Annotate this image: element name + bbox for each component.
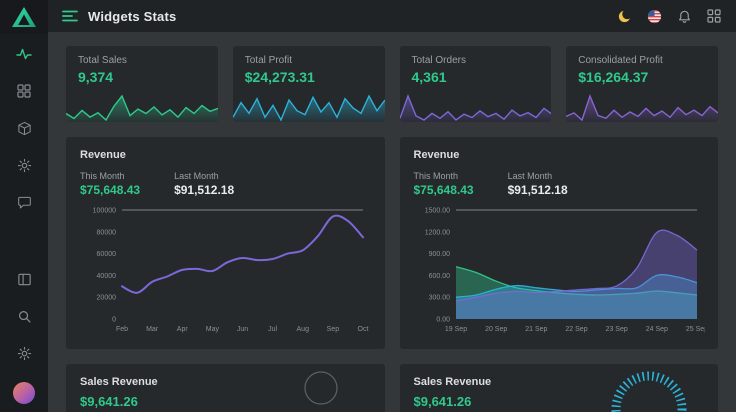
- stat-label: Consolidated Profit: [578, 55, 706, 66]
- total-orders-card[interactable]: Total Orders 4,361: [400, 46, 552, 122]
- sales-revenue-gauge-chart: [608, 368, 690, 412]
- stat-label: Total Profit: [245, 55, 373, 66]
- svg-text:300.00: 300.00: [428, 295, 450, 302]
- settings-icon[interactable]: [16, 345, 32, 361]
- page-title: Widgets Stats: [88, 9, 176, 24]
- svg-text:25 Sep: 25 Sep: [685, 326, 704, 333]
- last-month-value: $91,512.18: [174, 183, 234, 197]
- revenue-legend: This Month $75,648.43 Last Month $91,512…: [80, 171, 371, 197]
- user-avatar[interactable]: [13, 382, 35, 404]
- consolidated-profit-card[interactable]: Consolidated Profit $16,264.37: [566, 46, 718, 122]
- svg-text:May: May: [206, 326, 220, 333]
- revenue-monthly-card: Revenue This Month $75,648.43 Last Month…: [66, 137, 385, 349]
- revenue-monthly-line-chart: 100000 80000 60000 40000 20000 0Feb Mar Apr May J…: [80, 203, 371, 335]
- us-flag-icon[interactable]: [646, 8, 662, 24]
- total-orders-sparkline: [400, 92, 552, 122]
- stat-cards-row: Total Sales 9,374 Total Profit $24,273.3…: [66, 46, 718, 122]
- last-month-value: $91,512.18: [508, 183, 568, 197]
- svg-text:100000: 100000: [93, 208, 116, 215]
- stat-value: 9,374: [78, 69, 206, 85]
- search-icon[interactable]: [16, 308, 32, 324]
- svg-text:0.00: 0.00: [436, 317, 450, 324]
- this-month-label: This Month: [80, 171, 140, 181]
- sidebar-nav-bottom: [13, 271, 35, 404]
- svg-text:1500.00: 1500.00: [424, 208, 449, 215]
- total-sales-sparkline: [66, 92, 218, 122]
- bottom-cards-row: Sales Revenue $9,641.26 Sales Revenue $9…: [66, 364, 718, 412]
- svg-text:40000: 40000: [97, 273, 117, 280]
- last-month-label: Last Month: [174, 171, 234, 181]
- stat-value: $16,264.37: [578, 69, 706, 85]
- svg-text:Sep: Sep: [327, 326, 340, 333]
- svg-text:0: 0: [112, 317, 116, 324]
- card-title: Revenue: [80, 149, 371, 161]
- svg-text:24 Sep: 24 Sep: [645, 326, 667, 333]
- bell-icon[interactable]: [676, 8, 692, 24]
- svg-text:22 Sep: 22 Sep: [565, 326, 587, 333]
- moon-icon[interactable]: [616, 8, 632, 24]
- grid-icon[interactable]: [16, 83, 32, 99]
- total-profit-sparkline: [233, 92, 385, 122]
- last-month-label: Last Month: [508, 171, 568, 181]
- stat-value: $24,273.31: [245, 69, 373, 85]
- apps-grid-icon[interactable]: [706, 8, 722, 24]
- total-profit-card[interactable]: Total Profit $24,273.31: [233, 46, 385, 122]
- top-header: Widgets Stats: [48, 0, 736, 32]
- sidebar: [0, 0, 48, 412]
- svg-text:80000: 80000: [97, 229, 117, 236]
- svg-text:19 Sep: 19 Sep: [444, 326, 466, 333]
- layout-icon[interactable]: [16, 271, 32, 287]
- revenue-daily-card: Revenue This Month $75,648.43 Last Month…: [400, 137, 719, 349]
- svg-text:Oct: Oct: [358, 326, 369, 333]
- card-title: Revenue: [414, 149, 705, 161]
- chat-icon[interactable]: [16, 194, 32, 210]
- revenue-daily-area-chart: 1500.00 1200.00 900.00 600.00 300.00 0.00 19 S…: [414, 203, 705, 335]
- svg-text:1200.00: 1200.00: [424, 229, 449, 236]
- main-content: Total Sales 9,374 Total Profit $24,273.3…: [48, 32, 736, 412]
- stat-value: 4,361: [412, 69, 540, 85]
- sales-revenue-card-left: Sales Revenue $9,641.26: [66, 364, 385, 412]
- revenue-legend: This Month $75,648.43 Last Month $91,512…: [414, 171, 705, 197]
- svg-text:23 Sep: 23 Sep: [605, 326, 627, 333]
- svg-text:Aug: Aug: [297, 326, 310, 333]
- svg-text:21 Sep: 21 Sep: [525, 326, 547, 333]
- svg-text:Feb: Feb: [116, 326, 128, 333]
- this-month-value: $75,648.43: [414, 183, 474, 197]
- activity-icon[interactable]: [16, 46, 32, 62]
- svg-text:60000: 60000: [97, 251, 117, 258]
- stat-label: Total Orders: [412, 55, 540, 66]
- sales-revenue-ring-chart: [303, 370, 339, 406]
- brand-logo[interactable]: [0, 0, 48, 34]
- svg-text:Mar: Mar: [146, 326, 159, 333]
- svg-text:Apr: Apr: [177, 326, 189, 333]
- stat-label: Total Sales: [78, 55, 206, 66]
- revenue-charts-row: Revenue This Month $75,648.43 Last Month…: [66, 137, 718, 349]
- this-month-value: $75,648.43: [80, 183, 140, 197]
- settings-icon[interactable]: [16, 157, 32, 173]
- this-month-label: This Month: [414, 171, 474, 181]
- svg-text:Jul: Jul: [268, 326, 277, 333]
- sales-revenue-card-right: Sales Revenue $9,641.26: [400, 364, 719, 412]
- total-sales-card[interactable]: Total Sales 9,374: [66, 46, 218, 122]
- brand-triangle-logo-icon: [10, 5, 38, 29]
- consolidated-profit-sparkline: [566, 92, 718, 122]
- svg-text:600.00: 600.00: [428, 273, 450, 280]
- header-actions: [616, 8, 722, 24]
- svg-text:900.00: 900.00: [428, 251, 450, 258]
- svg-text:20000: 20000: [97, 295, 117, 302]
- package-icon[interactable]: [16, 120, 32, 136]
- menu-icon[interactable]: [62, 8, 78, 24]
- svg-text:20 Sep: 20 Sep: [485, 326, 507, 333]
- svg-text:Jun: Jun: [237, 326, 248, 333]
- sidebar-nav-top: [16, 46, 32, 210]
